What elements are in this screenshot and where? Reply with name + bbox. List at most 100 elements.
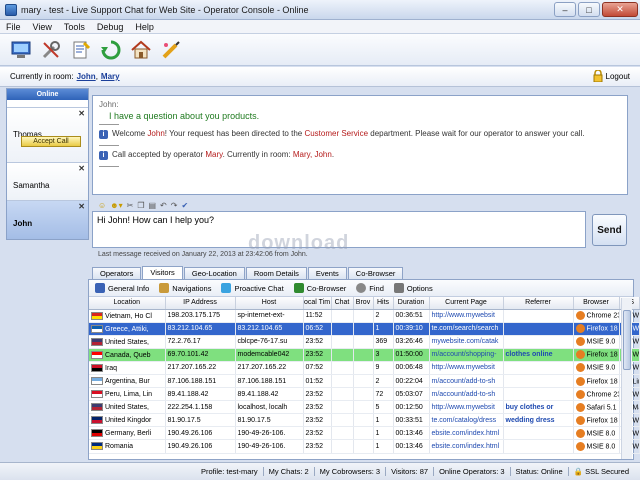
cell-page: http://www.mywebsit xyxy=(429,309,504,323)
cell-chat xyxy=(331,309,354,323)
find-button[interactable]: Find xyxy=(356,283,384,293)
country-flag-icon xyxy=(91,350,103,359)
table-row[interactable]: Germany, Berli 190.49.26.106 190-49-26-106… xyxy=(89,426,640,441)
menu-file[interactable]: File xyxy=(0,22,27,32)
cell-text: clothes online xyxy=(505,351,553,359)
redo-icon[interactable]: ↷ xyxy=(171,201,178,210)
tab-co-browser[interactable]: Co-Browser xyxy=(347,267,404,279)
country-flag-icon xyxy=(91,311,103,320)
column-header[interactable]: Current Page xyxy=(429,297,504,310)
home-icon[interactable] xyxy=(128,37,154,63)
country-flag-icon xyxy=(91,416,103,425)
menu-tools[interactable]: Tools xyxy=(58,22,91,32)
tab-visitors[interactable]: Visitors xyxy=(142,266,183,279)
cell-ip: 89.41.188.42 xyxy=(165,387,236,402)
close-chat-icon[interactable]: ✕ xyxy=(78,202,85,211)
cell-hits: 2 xyxy=(373,374,394,389)
proactive-chat-button[interactable]: Proactive Chat xyxy=(221,283,284,293)
cell-text: 00:12:50 xyxy=(395,403,423,411)
emoticon-icon[interactable]: ☻▾ xyxy=(110,201,122,210)
undo-icon[interactable]: ↶ xyxy=(160,201,167,210)
column-header[interactable]: Host xyxy=(235,297,304,310)
close-chat-icon[interactable]: ✕ xyxy=(78,164,85,173)
cell-text: Firefox 18 xyxy=(586,325,618,333)
minimize-button[interactable]: – xyxy=(554,2,576,17)
refresh-icon[interactable] xyxy=(98,37,124,63)
tab-events[interactable]: Events xyxy=(307,267,347,279)
options-button[interactable]: Options xyxy=(393,283,433,293)
cell-text: ebsite.com/index.html xyxy=(431,429,500,437)
menu-bar: File View Tools Debug Help xyxy=(0,20,640,34)
column-header[interactable]: Browser xyxy=(573,297,620,310)
menu-help[interactable]: Help xyxy=(129,22,160,32)
table-row[interactable]: Argentina, Bur 87.106.188.151 87.106.188.1… xyxy=(89,374,640,389)
table-row[interactable]: Canada, Queb 69.70.101.42 modemcable042 23:… xyxy=(89,348,640,362)
table-row[interactable]: Peru, Lima, Lin 89.41.188.42 89.41.188.42 2… xyxy=(89,387,640,402)
canned-messages-icon[interactable] xyxy=(68,37,94,63)
cell-dur: 00:13:46 xyxy=(393,439,430,454)
cell-text: cblcpe-76-17.su xyxy=(237,338,288,346)
column-header[interactable]: Chat xyxy=(331,297,354,310)
customize-icon[interactable] xyxy=(158,37,184,63)
cell-ip: 217.207.165.22 xyxy=(165,361,236,375)
column-header[interactable]: IP Address xyxy=(165,297,236,310)
logout-button[interactable]: Logout xyxy=(593,69,630,83)
cell-text: 23:52 xyxy=(305,403,324,411)
cell-brow xyxy=(353,426,374,441)
browser-icon xyxy=(575,402,585,412)
label: Proactive Chat xyxy=(234,283,284,293)
settings-tools-icon[interactable] xyxy=(38,37,64,63)
cell-chat xyxy=(331,322,354,336)
room-member-mary[interactable]: Mary xyxy=(101,72,120,81)
status-profile: Profile: test-mary xyxy=(200,467,258,476)
country-flag-icon xyxy=(91,377,103,386)
visitor-message: I have a question about you products. xyxy=(109,111,260,121)
column-header[interactable]: Referrer xyxy=(503,297,574,310)
table-row[interactable]: Vietnam, Ho Cl 198.203.175.175 sp-internet… xyxy=(89,309,640,323)
accept-call-button[interactable]: Accept Call xyxy=(21,136,81,147)
close-button[interactable]: ✕ xyxy=(602,2,638,17)
navigations-button[interactable]: Navigations xyxy=(159,283,211,293)
tab-operators[interactable]: Operators xyxy=(92,267,142,279)
tab-room-details[interactable]: Room Details xyxy=(245,267,307,279)
column-header[interactable]: Duration xyxy=(393,297,430,310)
table-row[interactable]: Iraq 217.207.165.22 217.207.165.22 07:52 9 00… xyxy=(89,361,640,375)
table-row[interactable]: United States, 72.2.76.17 cblcpe-76-17.su 2… xyxy=(89,335,640,349)
chat-session-samantha[interactable]: ✕ Samantha xyxy=(7,162,88,200)
copy-icon[interactable]: ❐ xyxy=(137,201,144,210)
spellcheck-icon[interactable]: ✔ xyxy=(181,201,188,210)
font-icon[interactable]: ☺ xyxy=(98,201,106,210)
table-scrollbar[interactable] xyxy=(621,298,632,459)
paste-icon[interactable]: ▤ xyxy=(148,201,156,210)
send-button[interactable]: Send xyxy=(592,214,627,246)
cut-icon[interactable]: ✂ xyxy=(127,201,134,210)
window-title: mary - test - Live Support Chat for Web … xyxy=(21,4,309,15)
co-browser-button[interactable]: Co-Browser xyxy=(293,283,346,293)
room-member-john[interactable]: John xyxy=(77,72,96,81)
visitors-toolbar: General Info Navigations Proactive Chat … xyxy=(89,280,633,297)
chat-session-john[interactable]: ✕ John xyxy=(7,200,88,239)
column-header[interactable]: Hits xyxy=(373,297,394,310)
cell-text: m/account/add-to-sh xyxy=(431,390,496,398)
column-header[interactable]: ocal Tim xyxy=(303,297,332,310)
table-row[interactable]: United States, 222.254.1.158 localhost, lo… xyxy=(89,400,640,415)
column-header[interactable]: Brov xyxy=(353,297,374,310)
scrollbar-thumb[interactable] xyxy=(623,310,631,370)
menu-view[interactable]: View xyxy=(27,22,58,32)
chat-session-thomas[interactable]: ✕ Thomas Accept Call xyxy=(7,107,88,162)
general-info-button[interactable]: General Info xyxy=(95,283,149,293)
table-row[interactable]: Greece, Attiki, 83.212.104.65 83.212.104.6… xyxy=(89,322,640,336)
close-chat-icon[interactable]: ✕ xyxy=(78,109,85,118)
chat-session-name: Samantha xyxy=(13,181,50,190)
cell-loc: United States, xyxy=(89,400,166,415)
cell-text: United Kingdor xyxy=(105,417,152,425)
menu-debug[interactable]: Debug xyxy=(91,22,130,32)
lock-icon: 🔒 xyxy=(573,467,583,476)
table-row[interactable]: Romania 190.49.26.106 190-49-26-106. 23:52 1… xyxy=(89,439,640,454)
cell-ref xyxy=(503,374,574,389)
column-header[interactable]: Location xyxy=(89,297,166,310)
table-row[interactable]: United Kingdor 81.90.17.5 81.90.17.5 23:52 1… xyxy=(89,413,640,428)
tab-geo-location[interactable]: Geo-Location xyxy=(183,267,245,279)
operators-icon[interactable] xyxy=(8,37,34,63)
maximize-button[interactable]: □ xyxy=(578,2,600,17)
